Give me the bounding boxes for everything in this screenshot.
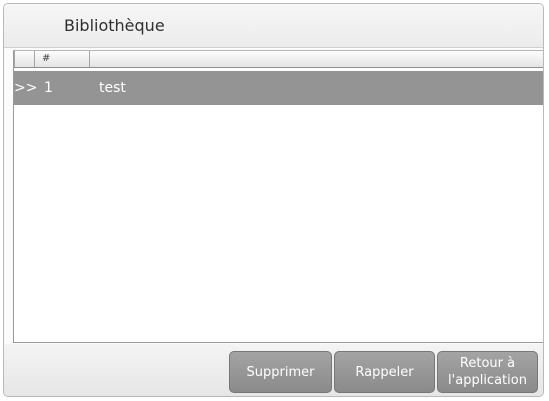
column-header-index: # [35, 51, 90, 67]
recall-button-label: Rappeler [355, 364, 414, 380]
delete-button-label: Supprimer [246, 364, 315, 380]
selection-marker: >> [14, 80, 38, 96]
row-index: 1 [44, 80, 53, 96]
column-header-name [14, 51, 15, 67]
library-window: Bibliothèque # >> 1 test Supprimer Rappe… [3, 3, 544, 397]
return-to-application-button[interactable]: Retour à l'application [437, 351, 538, 393]
table-row[interactable]: >> 1 test [14, 71, 543, 105]
recall-button[interactable]: Rappeler [334, 351, 435, 393]
page-title: Bibliothèque [64, 16, 165, 35]
row-name: test [99, 80, 126, 96]
delete-button[interactable]: Supprimer [229, 351, 332, 393]
table-header: # [14, 51, 543, 68]
footer-toolbar: Supprimer Rappeler Retour à l'applicatio… [4, 344, 543, 396]
return-button-label: Retour à l'application [448, 356, 527, 388]
library-list[interactable]: # >> 1 test [13, 50, 543, 343]
title-bar: Bibliothèque [4, 4, 543, 48]
column-header-marker [14, 51, 35, 67]
